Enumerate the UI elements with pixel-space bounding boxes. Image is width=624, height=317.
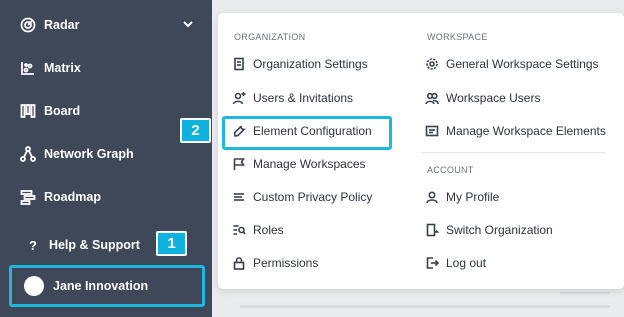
- gear-icon: [425, 57, 439, 71]
- user-icon: [425, 190, 439, 204]
- menu-item-label: My Profile: [446, 190, 500, 204]
- user-name: Jane Innovation: [53, 279, 149, 293]
- matrix-icon: [20, 60, 36, 76]
- sidebar-item-label: Roadmap: [44, 190, 101, 204]
- logout-icon: [425, 256, 439, 270]
- highlight-element-configuration: [222, 116, 392, 150]
- menu-item-users-invitations[interactable]: Users & Invitations: [232, 87, 353, 109]
- menu-item-organization-settings[interactable]: Organization Settings: [232, 53, 368, 75]
- section-heading-organization: ORGANIZATION: [234, 32, 306, 42]
- menu-item-roles[interactable]: Roles: [232, 219, 284, 241]
- menu-item-label: General Workspace Settings: [446, 57, 599, 71]
- lock-icon: [232, 256, 246, 270]
- menu-item-label: Workspace Users: [446, 91, 541, 105]
- menu-item-label: Switch Organization: [446, 223, 553, 237]
- document-icon: [232, 57, 246, 71]
- sidebar-item-label: Network Graph: [44, 147, 134, 161]
- menu-item-label: Users & Invitations: [253, 91, 354, 105]
- sidebar-item-label: Board: [44, 104, 81, 118]
- sidebar-item-network-graph[interactable]: Network Graph: [0, 139, 212, 169]
- menu-item-permissions[interactable]: Permissions: [232, 252, 318, 274]
- roadmap-icon: [20, 189, 36, 205]
- flag-icon: [232, 157, 246, 171]
- sidebar-item-label: Matrix: [44, 61, 81, 75]
- divider: [560, 292, 610, 294]
- chevron-down-icon[interactable]: [182, 18, 194, 33]
- menu-item-label: Manage Workspace Elements: [446, 124, 606, 138]
- section-heading-workspace: WORKSPACE: [427, 32, 488, 42]
- menu-item-manage-workspaces[interactable]: Manage Workspaces: [232, 153, 366, 175]
- menu-item-label: Permissions: [253, 256, 319, 270]
- section-heading-account: ACCOUNT: [427, 165, 474, 175]
- user-menu-button[interactable]: Jane Innovation: [9, 265, 205, 307]
- sidebar-item-matrix[interactable]: Matrix: [0, 53, 212, 83]
- menu-item-label: Manage Workspaces: [253, 157, 366, 171]
- switch-icon: [425, 223, 439, 237]
- question-mark-icon: ?: [29, 237, 37, 253]
- menu-item-my-profile[interactable]: My Profile: [425, 186, 499, 208]
- menu-item-label: Organization Settings: [253, 57, 368, 71]
- divider: [240, 305, 610, 308]
- sidebar-item-radar[interactable]: Radar: [0, 10, 212, 40]
- sidebar-item-roadmap[interactable]: Roadmap: [0, 182, 212, 212]
- avatar: [24, 276, 44, 296]
- window-icon: [425, 124, 439, 138]
- step-badge-1: 1: [156, 231, 187, 256]
- menu-item-workspace-users[interactable]: Workspace Users: [425, 87, 540, 109]
- menu-separator: [422, 152, 606, 153]
- board-icon: [20, 103, 36, 119]
- help-label: Help & Support: [48, 238, 140, 252]
- menu-item-log-out[interactable]: Log out: [425, 252, 486, 274]
- menu-item-custom-privacy-policy[interactable]: Custom Privacy Policy: [232, 186, 372, 208]
- menu-item-label: Roles: [253, 223, 284, 237]
- roles-icon: [232, 223, 246, 237]
- radar-icon: [20, 17, 36, 33]
- network-graph-icon: [20, 146, 36, 162]
- menu-item-label: Log out: [446, 256, 487, 270]
- menu-item-general-workspace-settings[interactable]: General Workspace Settings: [425, 53, 599, 75]
- user-add-icon: [232, 91, 246, 105]
- menu-item-manage-workspace-elements[interactable]: Manage Workspace Elements: [425, 120, 606, 142]
- sidebar: Radar Matrix Board Network Graph Roadmap…: [0, 0, 212, 317]
- sidebar-item-label: Radar: [44, 18, 80, 32]
- users-icon: [425, 91, 439, 105]
- menu-item-label: Custom Privacy Policy: [253, 190, 373, 204]
- step-badge-2: 2: [180, 118, 211, 143]
- lines-icon: [232, 190, 246, 204]
- menu-item-switch-organization[interactable]: Switch Organization: [425, 219, 553, 241]
